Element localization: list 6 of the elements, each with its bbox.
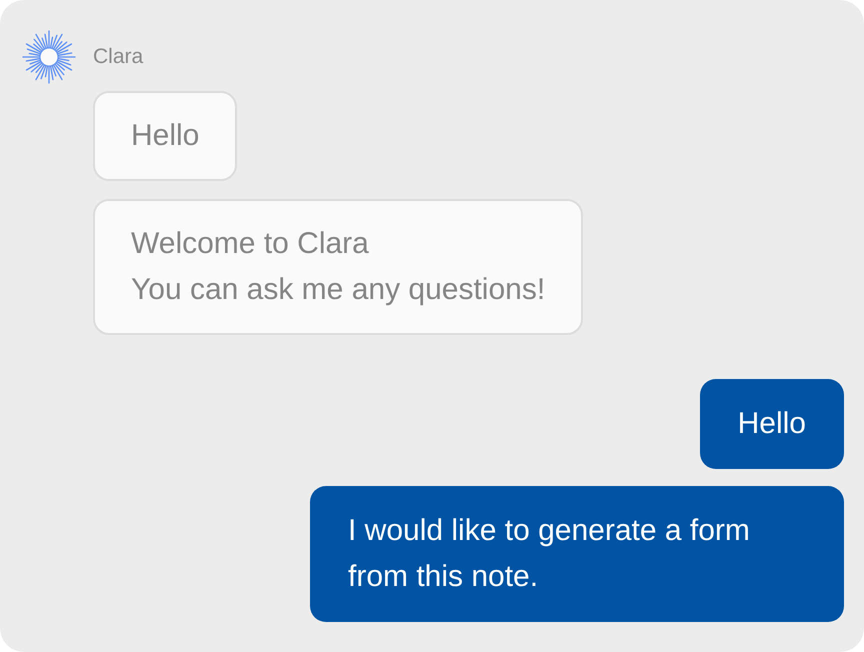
message-bubble: Hello — [700, 379, 844, 469]
starburst-icon — [22, 30, 76, 84]
message-bubble: Welcome to Clara You can ask me any questions! — [93, 199, 584, 335]
message-bubble: I would like to generate a form from this note. — [310, 486, 844, 622]
sender-name: Clara — [93, 45, 144, 69]
message-bubble: Hello — [93, 91, 238, 181]
